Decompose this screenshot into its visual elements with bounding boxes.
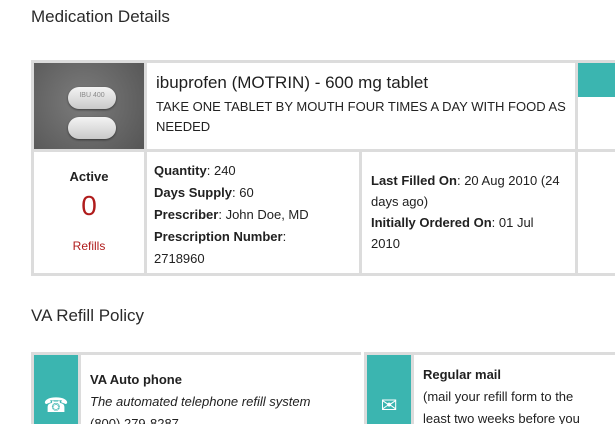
phone-icon: ☎ <box>43 395 69 417</box>
days-supply-value: 60 <box>239 185 254 200</box>
refill-policy-title: VA Refill Policy <box>31 306 145 325</box>
auto-phone-title: VA Auto phone <box>90 372 182 387</box>
quantity-value: 240 <box>213 163 236 178</box>
pill-bottom <box>68 117 116 139</box>
medication-card: IBU 400 ibuprofen (MOTRIN) - 600 mg tabl… <box>31 60 615 276</box>
days-supply-row: Days Supply: 60 <box>154 185 254 200</box>
regular-mail-description-2: least two weeks before you <box>423 411 580 424</box>
refills-remaining: 0 <box>81 190 97 221</box>
medication-name-cell: ibuprofen (MOTRIN) - 600 mg tablet TAKE … <box>147 63 575 149</box>
medication-name: ibuprofen (MOTRIN) - 600 mg tablet <box>156 73 429 92</box>
auto-phone-card[interactable]: ☎ VA Auto phone The automated telephone … <box>31 352 361 424</box>
fill-dates: Last Filled On: 20 Aug 2010 (24 days ago… <box>362 152 575 273</box>
pill-top: IBU 400 <box>68 87 116 109</box>
auto-phone-number[interactable]: (800) 279-8287 <box>90 413 352 424</box>
prescription-info: Quantity: 240 Days Supply: 60 Prescriber… <box>147 152 359 273</box>
regular-mail-card[interactable]: ✉ Regular mail (mail your refill form to… <box>364 352 615 424</box>
pill-image: IBU 400 <box>34 63 144 149</box>
auto-phone-description: The automated telephone refill system <box>90 394 311 409</box>
rx-number-value: 2718960 <box>154 251 205 266</box>
initially-ordered-row: Initially Ordered On: 01 Jul 2010 <box>371 215 534 251</box>
regular-mail-title: Regular mail <box>423 367 502 382</box>
medication-instructions: TAKE ONE TABLET BY MOUTH FOUR TIMES A DA… <box>156 99 566 134</box>
prescriber-value: John Doe, MD <box>225 207 309 222</box>
status-cell: Active 0 Refills <box>34 152 144 273</box>
prescriber-row: Prescriber: John Doe, MD <box>154 207 309 222</box>
envelope-icon: ✉ <box>380 395 398 417</box>
rx-number-row: Prescription Number: 2718960 <box>154 229 287 266</box>
regular-mail-description-1: (mail your refill form to the <box>423 389 574 404</box>
last-filled-row: Last Filled On: 20 Aug 2010 (24 days ago… <box>371 173 560 209</box>
status-badge: Active <box>69 169 109 184</box>
pill-imprint: IBU 400 <box>79 92 105 99</box>
refill-action-tab[interactable] <box>578 63 615 97</box>
quantity-row: Quantity: 240 <box>154 163 236 178</box>
refills-label: Refills <box>72 239 106 253</box>
medication-details-title: Medication Details <box>31 7 170 26</box>
